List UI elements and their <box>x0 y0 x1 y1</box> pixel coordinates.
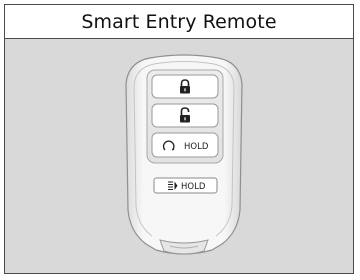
trunk-hold-label: HOLD <box>181 182 206 192</box>
remote-start-hold-label: HOLD <box>184 142 209 152</box>
smart-entry-remote-fob: HOLD HOLD <box>125 54 243 255</box>
unlock-button[interactable] <box>151 103 219 128</box>
remote-start-button[interactable]: HOLD <box>151 132 219 158</box>
lock-button[interactable] <box>151 74 219 99</box>
trunk-button[interactable]: HOLD <box>153 177 218 194</box>
